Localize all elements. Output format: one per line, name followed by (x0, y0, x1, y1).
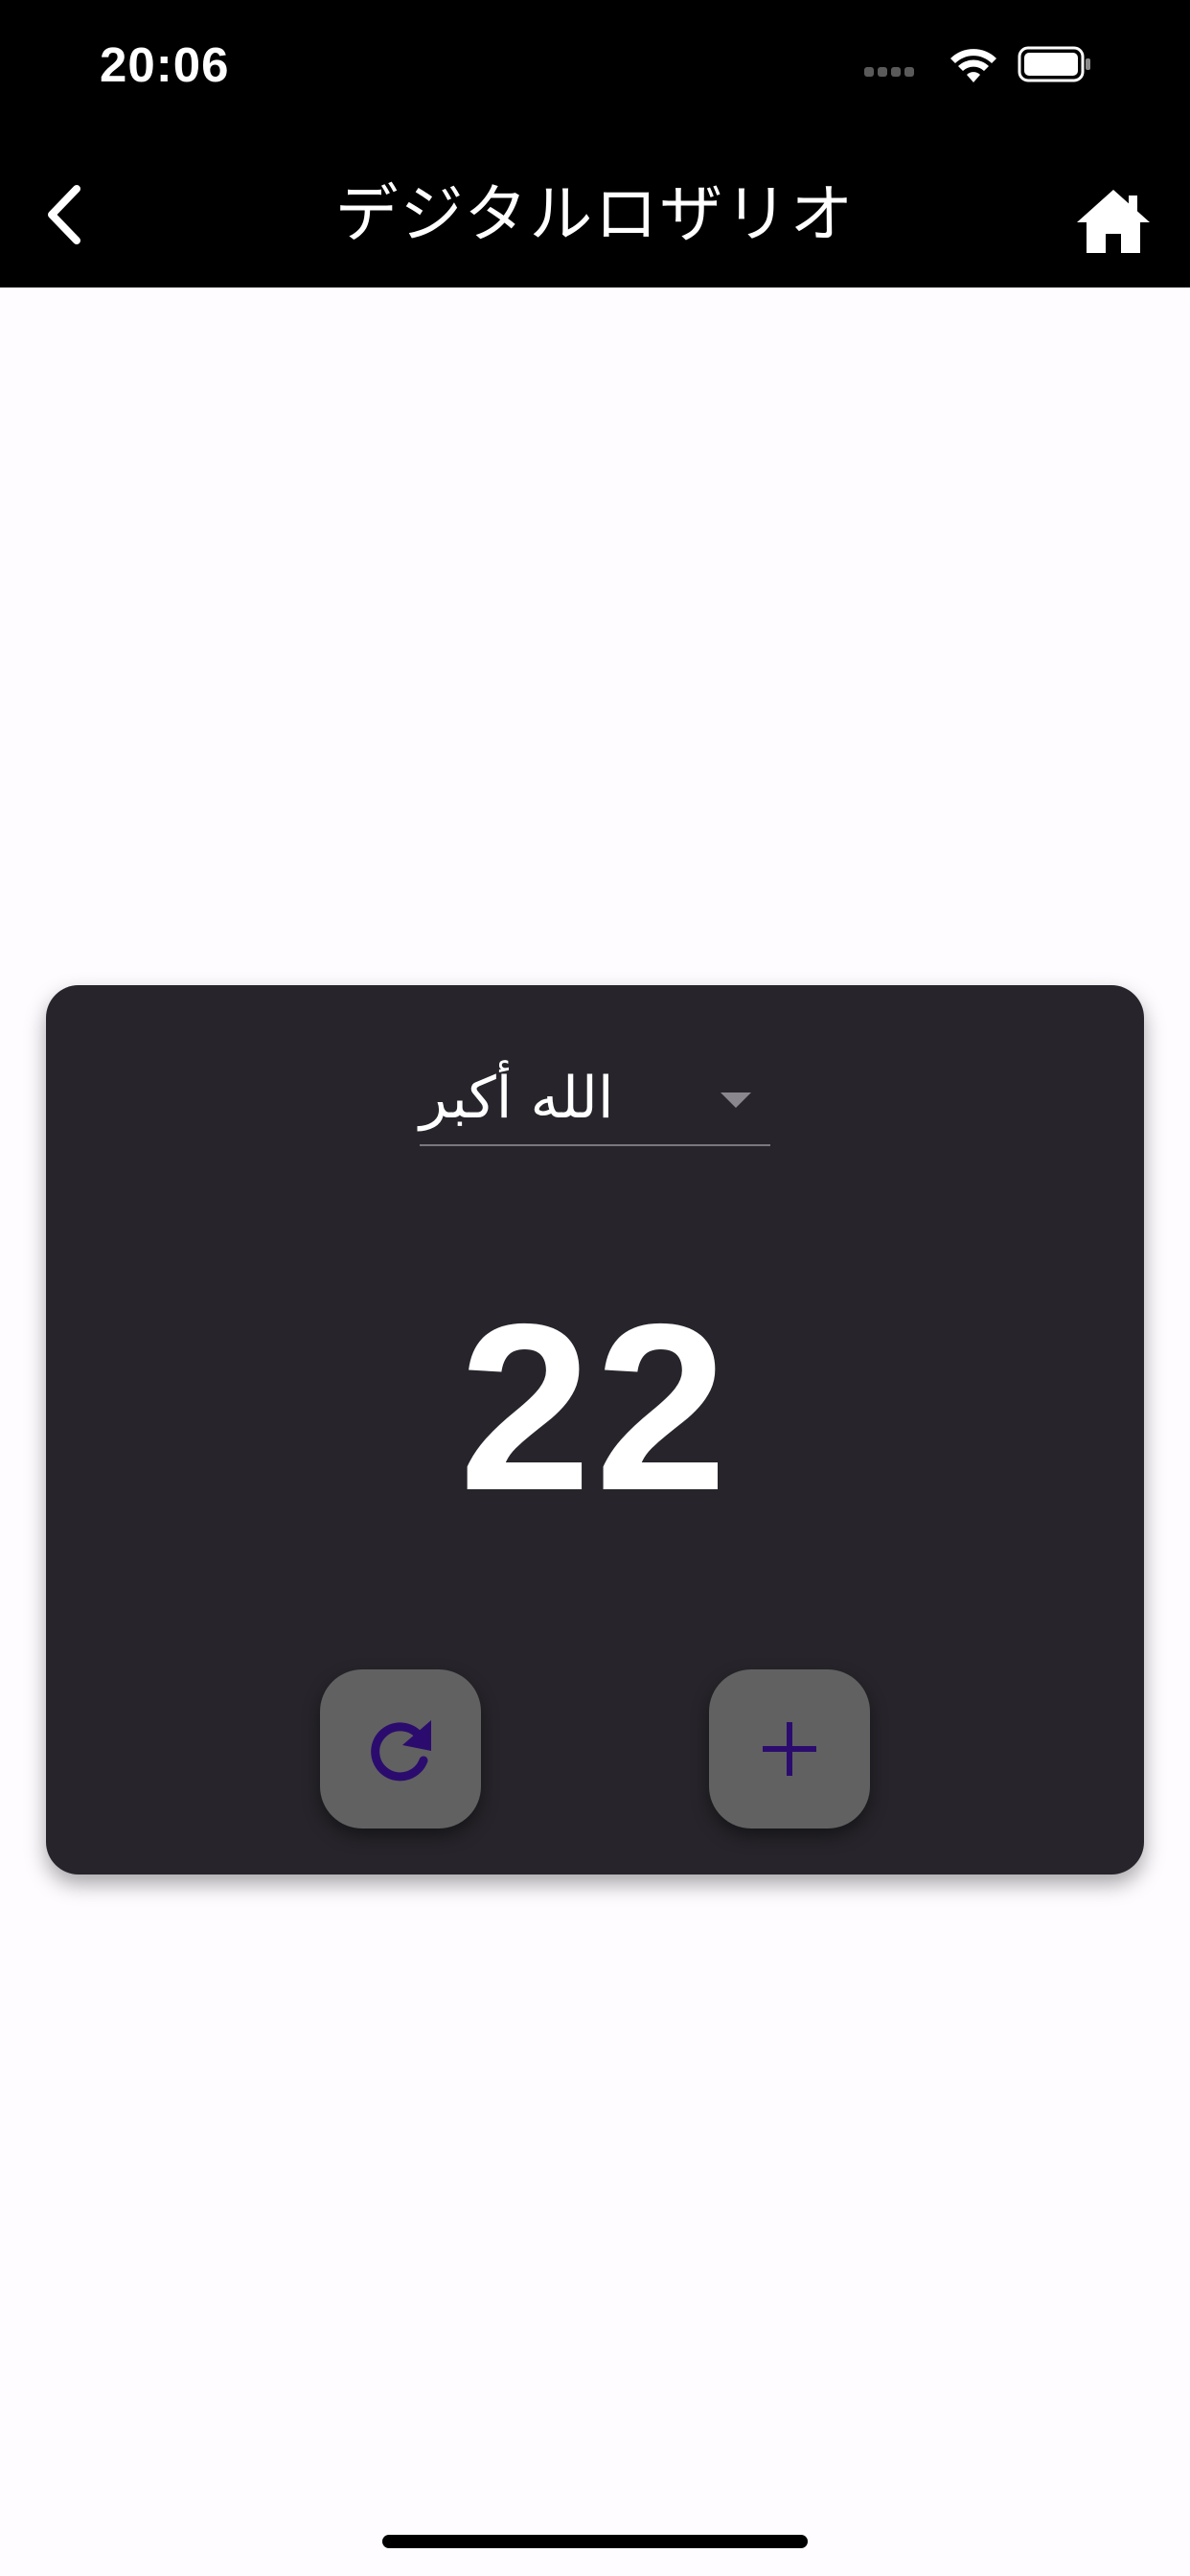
wifi-icon (950, 49, 996, 82)
dropdown-selected-value: الله أكبر (420, 1065, 614, 1132)
nav-bar: デジタルロザリオ (0, 144, 1190, 288)
plus-icon (763, 1722, 816, 1776)
battery-icon (1018, 46, 1090, 82)
counter-value: 22 (459, 1274, 731, 1540)
refresh-icon (371, 1720, 431, 1782)
status-time: 20:06 (100, 37, 230, 92)
reset-button[interactable] (320, 1669, 481, 1828)
page-title: デジタルロザリオ (334, 177, 856, 251)
phrase-dropdown[interactable]: الله أكبر (420, 1052, 770, 1146)
status-icons (864, 42, 1133, 84)
add-button[interactable] (709, 1669, 870, 1828)
counter-card: الله أكبر 22 (46, 985, 1144, 1874)
home-button[interactable] (1065, 172, 1161, 268)
status-bar: 20:06 (0, 0, 1190, 144)
signal-icon (864, 67, 914, 77)
caret-down-icon (721, 1092, 751, 1108)
home-icon (1077, 190, 1150, 253)
home-indicator[interactable] (382, 2535, 808, 2548)
